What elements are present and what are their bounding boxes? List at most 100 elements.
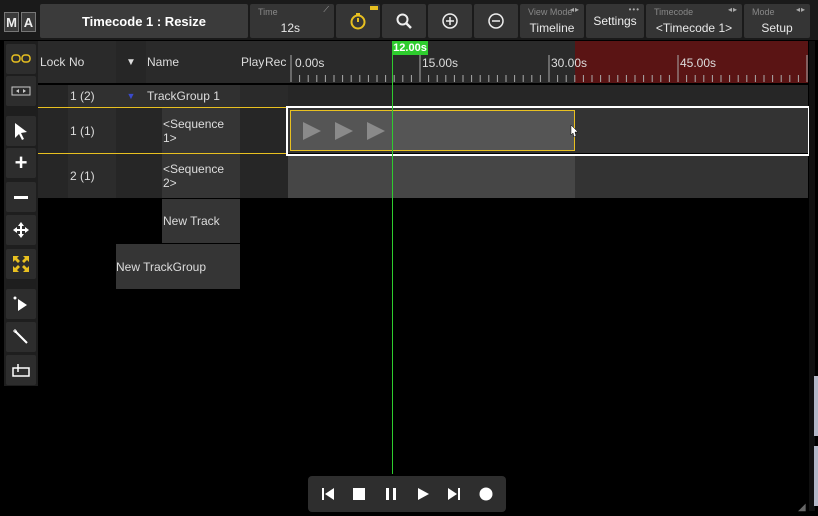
edit-box-icon [12, 364, 30, 377]
ma-logo: M A [4, 12, 36, 32]
view-mode-button[interactable]: View Mode ◂▸ Timeline [520, 4, 584, 38]
record-button[interactable] [472, 480, 500, 508]
row-name[interactable]: TrackGroup 1 [146, 85, 240, 107]
cue-marker-icon [367, 122, 385, 140]
playhead-line[interactable] [392, 41, 393, 474]
cue-markers [303, 122, 385, 140]
zoom-out-icon [474, 4, 518, 38]
resize-icon [13, 256, 29, 272]
view-mode-label: View Mode [528, 7, 573, 17]
triangle-down-icon: ▼ [126, 91, 136, 101]
row-name[interactable]: <Sequence 1> [162, 108, 240, 153]
row-play-rec[interactable] [240, 85, 288, 107]
sequence1-block[interactable] [290, 110, 575, 151]
pause-icon [386, 488, 397, 500]
scrollbar-thumb[interactable] [814, 376, 818, 436]
move-tool-button[interactable] [6, 215, 36, 245]
transport-bar [308, 476, 506, 512]
mode-label: Mode [752, 7, 775, 17]
ruler-tick-label: 30.00s [551, 56, 588, 70]
window-title-text: Timecode 1 : Resize [81, 13, 207, 29]
settings-label: Settings [593, 14, 637, 28]
sequence2-block[interactable] [288, 154, 575, 198]
fit-icon [11, 86, 31, 96]
sort-down-icon: ▼ [126, 56, 136, 68]
stop-icon [353, 488, 366, 500]
window-title[interactable]: Timecode 1 : Resize [40, 4, 248, 38]
cue-marker-icon [335, 122, 353, 140]
mouse-cursor-icon [570, 124, 579, 138]
resize-tool-button[interactable] [6, 249, 36, 279]
row-number[interactable]: 1 (1) [68, 108, 116, 153]
play-button[interactable] [409, 480, 437, 508]
logo-m: M [4, 12, 19, 32]
minus-icon [14, 195, 28, 199]
new-trackgroup-button[interactable]: New TrackGroup [116, 244, 240, 289]
mode-value: Setup [761, 21, 793, 35]
column-header-no[interactable]: No [68, 41, 117, 83]
collapse-toggle[interactable]: ▼ [116, 85, 146, 107]
remove-tool-button[interactable] [6, 182, 36, 212]
new-track-button[interactable]: New Track [162, 199, 240, 243]
more-icon: ◂▸ [727, 5, 738, 14]
ruler-tick-label: 15.00s [422, 56, 459, 70]
edit-tool-button[interactable] [6, 355, 36, 385]
time-value: 12s [280, 21, 300, 35]
sort-dropdown[interactable]: ▼ [116, 41, 146, 83]
mode-button[interactable]: Mode ◂▸ Setup [744, 4, 810, 38]
time-button[interactable]: Time ⟋ 12s [250, 4, 334, 38]
edit-corner-icon: ⟋ [323, 5, 330, 14]
wand-tool-button[interactable] [6, 322, 36, 352]
add-tool-button[interactable]: + [6, 148, 36, 178]
plus-icon: + [14, 150, 28, 175]
stopwatch-indicator [370, 6, 378, 10]
record-icon [479, 487, 493, 501]
scrollbar-thumb-lower[interactable] [814, 446, 818, 506]
column-header-name[interactable]: Name [146, 41, 241, 83]
row-name[interactable]: <Sequence 2> [162, 154, 240, 198]
skip-forward-icon [448, 488, 461, 500]
insert-cue-button[interactable] [6, 289, 36, 319]
timeline-row-trackgroup[interactable] [288, 85, 808, 107]
play-icon [417, 488, 429, 500]
fit-button[interactable] [6, 76, 36, 106]
ruler-ticks [290, 55, 808, 82]
link-button[interactable] [6, 44, 36, 74]
column-header-play[interactable]: Play [240, 41, 265, 83]
more-icon: ◂▸ [569, 5, 580, 14]
zoom-in-button[interactable] [428, 4, 472, 38]
view-mode-value: Timeline [529, 21, 575, 35]
timecode-button[interactable]: Timecode ◂▸ <Timecode 1> [646, 4, 742, 38]
zoom-button[interactable] [382, 4, 426, 38]
more-icon: ◂▸ [795, 5, 806, 14]
vertical-scrollbar[interactable] [809, 41, 815, 511]
zoom-out-button[interactable] [474, 4, 518, 38]
resize-grip-icon[interactable]: ◢ [798, 502, 808, 513]
column-header-lock[interactable]: Lock [38, 41, 70, 83]
row-number[interactable]: 2 (1) [68, 154, 116, 198]
pause-button[interactable] [377, 480, 405, 508]
skip-back-icon [321, 488, 334, 500]
link-icon [11, 54, 31, 63]
select-tool-button[interactable] [6, 116, 36, 146]
time-label: Time [258, 7, 278, 17]
stopwatch-button[interactable] [336, 4, 380, 38]
cue-marker-icon [303, 122, 321, 140]
move-icon [13, 222, 29, 238]
timecode-value: <Timecode 1> [655, 21, 733, 35]
wand-icon [13, 329, 28, 344]
settings-button[interactable]: ••• Settings [586, 4, 644, 38]
skip-forward-button[interactable] [440, 480, 468, 508]
skip-back-button[interactable] [314, 480, 342, 508]
ruler-tick-label: 0.00s [295, 56, 325, 70]
row-number[interactable]: 1 (2) [68, 85, 116, 107]
timecode-label: Timecode [654, 7, 694, 17]
column-header-rec[interactable]: Rec [264, 41, 289, 83]
logo-a: A [21, 12, 36, 32]
zoom-in-icon [428, 4, 472, 38]
playhead-label[interactable]: 12.00s [392, 41, 428, 55]
play-arrow-icon [13, 296, 27, 311]
stop-button[interactable] [345, 480, 373, 508]
search-icon [382, 4, 426, 38]
ruler-tick-label: 45.00s [680, 56, 717, 70]
